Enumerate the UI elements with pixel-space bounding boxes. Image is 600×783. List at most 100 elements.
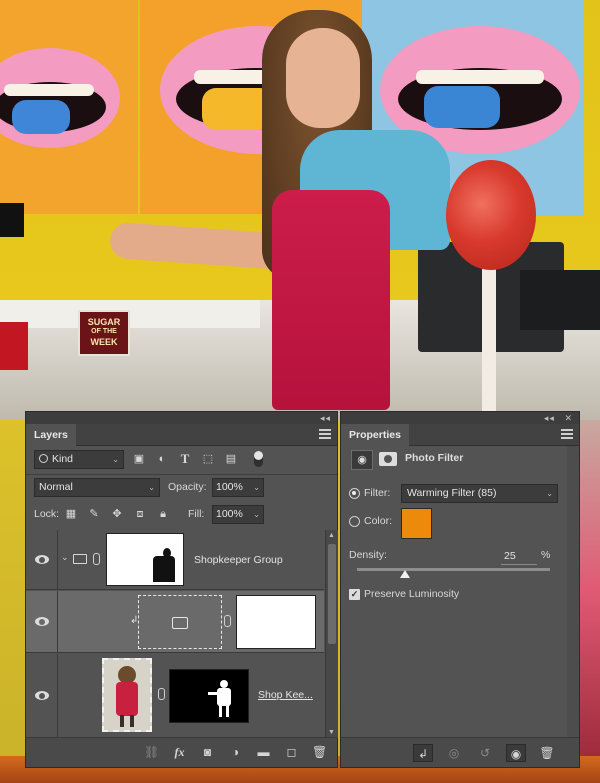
visibility-toggle[interactable] xyxy=(26,654,58,737)
color-swatch[interactable] xyxy=(401,508,432,539)
link-icon[interactable] xyxy=(93,553,100,565)
fill-field[interactable]: 100% ⌄ xyxy=(212,505,264,524)
opacity-label: Opacity: xyxy=(168,481,207,493)
shopkeeper-face xyxy=(286,28,360,128)
chevron-down-icon: ⌄ xyxy=(546,489,553,498)
adjustment-mask-thumbnail[interactable] xyxy=(236,595,316,649)
type-layer-filter-icon[interactable]: T xyxy=(178,452,192,466)
chevron-down-icon[interactable]: ⌄ xyxy=(61,552,69,563)
layer-thumbnail[interactable] xyxy=(102,658,152,732)
sign-line-2: OF THE xyxy=(91,328,117,335)
group-mask-thumbnail[interactable] xyxy=(106,533,184,586)
lock-position-icon[interactable]: ✥ xyxy=(110,507,124,521)
collapse-panel-button[interactable]: ◂◂ xyxy=(544,413,555,423)
lock-artboard-icon[interactable]: ⧈ xyxy=(133,507,147,521)
preserve-luminosity-label: Preserve Luminosity xyxy=(364,588,460,600)
blend-mode-value: Normal xyxy=(39,481,73,493)
lock-pixels-icon[interactable]: ✎ xyxy=(87,507,101,521)
filter-kind-select[interactable]: Kind ⌄ xyxy=(34,450,124,469)
properties-panel: ◂◂ ✕ Properties ◉ Photo Filter Filter: W… xyxy=(340,411,580,768)
link-icon[interactable] xyxy=(224,615,231,627)
color-radio[interactable] xyxy=(349,516,360,527)
blend-mode-select[interactable]: Normal ⌄ xyxy=(34,478,160,497)
preserve-luminosity-checkbox[interactable]: ✓ xyxy=(349,589,360,600)
scroll-down-icon[interactable]: ▼ xyxy=(328,729,335,736)
lock-all-icon[interactable]: 🔒︎ xyxy=(156,507,170,521)
new-adjustment-layer-icon[interactable]: ◑ xyxy=(228,745,243,760)
filter-select[interactable]: Warming Filter (85) ⌄ xyxy=(401,484,558,503)
chevron-down-icon: ⌄ xyxy=(253,483,260,492)
scroll-up-icon[interactable]: ▲ xyxy=(328,532,335,539)
layers-panel-titlebar[interactable]: ◂◂ xyxy=(26,412,337,424)
link-icon[interactable] xyxy=(158,688,165,700)
smart-object-filter-icon[interactable]: ▤ xyxy=(224,452,238,466)
lock-label: Lock: xyxy=(34,508,60,520)
layer-filter-row: Kind ⌄ ▣ ◐ T ⬚ ▤ xyxy=(30,450,330,470)
layer-name[interactable]: Shopkeeper Group xyxy=(194,554,283,566)
lock-transparency-icon[interactable]: ▦ xyxy=(64,507,78,521)
pixel-layer-filter-icon[interactable]: ▣ xyxy=(132,452,146,466)
blend-row: Normal ⌄ Opacity: 100% ⌄ xyxy=(30,478,330,498)
filter-radio[interactable] xyxy=(349,488,360,499)
layer-row[interactable]: ⌄ Shopkeeper Group xyxy=(26,530,324,590)
properties-panel-titlebar[interactable]: ◂◂ ✕ xyxy=(341,412,579,424)
properties-footer: ↲ ◎ ↺ ◉ 🗑︎ xyxy=(341,737,579,767)
scroll-thumb[interactable] xyxy=(328,544,336,644)
shopkeeper-apron xyxy=(272,190,390,410)
layer-row-selected[interactable]: ↲ xyxy=(26,591,324,653)
layer-name[interactable]: Shop Kee... xyxy=(258,689,313,701)
properties-scrollbar[interactable] xyxy=(567,446,579,738)
density-input[interactable]: 25 xyxy=(501,550,537,565)
layers-tab-row: Layers xyxy=(26,424,337,446)
cash-register xyxy=(520,270,600,330)
collapse-panel-button[interactable]: ◂◂ xyxy=(320,413,331,423)
chevron-down-icon: ⌄ xyxy=(112,455,119,464)
lips-poster-left xyxy=(0,0,138,214)
density-slider-thumb[interactable] xyxy=(400,570,411,578)
search-icon xyxy=(39,454,48,463)
filter-toggle[interactable] xyxy=(254,451,263,467)
panel-menu-icon[interactable] xyxy=(561,429,573,439)
density-unit: % xyxy=(541,549,551,561)
visibility-eye-icon[interactable]: ◉ xyxy=(506,744,526,762)
reset-icon[interactable]: ↺ xyxy=(475,744,495,762)
layer-mask-thumbnail[interactable] xyxy=(169,669,249,723)
view-previous-state-icon[interactable]: ◎ xyxy=(444,744,464,762)
shape-layer-filter-icon[interactable]: ⬚ xyxy=(201,452,215,466)
close-panel-button[interactable]: ✕ xyxy=(564,413,573,423)
opacity-field[interactable]: 100% ⌄ xyxy=(212,478,264,497)
layer-row[interactable]: Shop Kee... xyxy=(26,654,324,738)
lollipop-stick xyxy=(482,268,496,418)
new-layer-icon[interactable]: ◻ xyxy=(284,745,299,760)
filter-select-value: Warming Filter (85) xyxy=(407,487,497,499)
adjustment-thumbnail[interactable] xyxy=(138,595,222,649)
visibility-toggle[interactable] xyxy=(26,591,58,652)
eye-icon[interactable] xyxy=(35,555,49,564)
visibility-toggle[interactable] xyxy=(26,530,58,589)
adjustment-layer-filter-icon[interactable]: ◐ xyxy=(155,452,169,466)
fx-icon[interactable]: fx xyxy=(172,745,187,760)
density-slider-track[interactable] xyxy=(357,568,550,571)
tab-properties[interactable]: Properties xyxy=(341,424,409,446)
side-sign-dark xyxy=(0,203,24,237)
layers-list: ⌄ Shopkeeper Group ↲ Shop Kee... xyxy=(26,530,324,738)
camera-icon xyxy=(172,617,188,629)
clip-to-layer-icon[interactable]: ↲ xyxy=(413,744,433,762)
side-sign-red xyxy=(0,322,28,370)
sugar-of-the-week-sign: SUGAR OF THE WEEK xyxy=(78,310,130,356)
link-layers-icon[interactable]: ⛓︎ xyxy=(144,745,159,760)
eye-icon[interactable] xyxy=(35,617,49,626)
mask-icon[interactable] xyxy=(379,452,397,466)
layers-scrollbar[interactable]: ▲ ▼ xyxy=(325,530,338,738)
delete-layer-icon[interactable]: 🗑︎ xyxy=(312,745,327,760)
photo-filter-icon[interactable]: ◉ xyxy=(351,450,373,470)
new-group-icon[interactable]: ▬ xyxy=(256,745,271,760)
layers-panel: ◂◂ Layers Kind ⌄ ▣ ◐ T ⬚ ▤ Normal ⌄ Opac… xyxy=(25,411,338,768)
delete-adjustment-icon[interactable]: 🗑︎ xyxy=(537,744,557,762)
fill-label: Fill: xyxy=(188,508,205,520)
panel-menu-icon[interactable] xyxy=(319,429,331,439)
opacity-value: 100% xyxy=(216,481,243,493)
tab-layers[interactable]: Layers xyxy=(26,424,76,446)
eye-icon[interactable] xyxy=(35,691,49,700)
add-mask-icon[interactable]: ◙ xyxy=(200,745,215,760)
